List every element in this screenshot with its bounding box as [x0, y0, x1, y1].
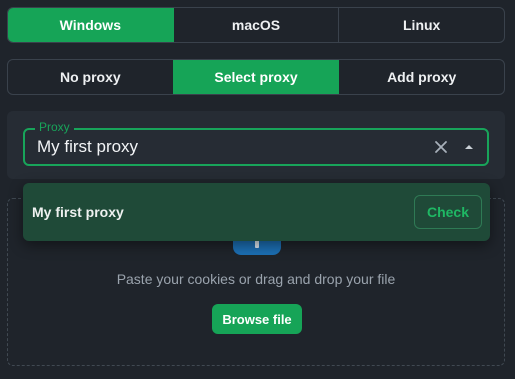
browse-file-button[interactable]: Browse file — [212, 304, 302, 334]
tab-macos[interactable]: macOS — [172, 8, 339, 42]
proxy-panel: Proxy My first proxy — [7, 111, 505, 179]
tab-select-proxy[interactable]: Select proxy — [172, 60, 339, 94]
tab-linux[interactable]: Linux — [338, 8, 504, 42]
proxy-select[interactable]: Proxy My first proxy — [23, 120, 489, 166]
dropzone-hint: Paste your cookies or drag and drop your… — [116, 271, 396, 287]
proxy-select-value[interactable]: My first proxy — [25, 137, 429, 157]
proxy-field-label: Proxy — [35, 120, 74, 134]
tab-add-proxy[interactable]: Add proxy — [338, 60, 504, 94]
tab-no-proxy[interactable]: No proxy — [8, 60, 173, 94]
app-root: Windows macOS Linux No proxy Select prox… — [0, 0, 515, 379]
proxy-mode-selector: No proxy Select proxy Add proxy — [7, 59, 505, 95]
caret-down-icon[interactable] — [457, 135, 481, 159]
close-icon[interactable] — [429, 135, 453, 159]
tab-windows[interactable]: Windows — [8, 8, 173, 42]
proxy-option-my-first-proxy[interactable]: My first proxy — [32, 204, 124, 220]
proxy-dropdown-menu: My first proxy Check — [23, 183, 490, 241]
os-selector: Windows macOS Linux — [7, 7, 505, 43]
check-proxy-button[interactable]: Check — [414, 195, 482, 229]
